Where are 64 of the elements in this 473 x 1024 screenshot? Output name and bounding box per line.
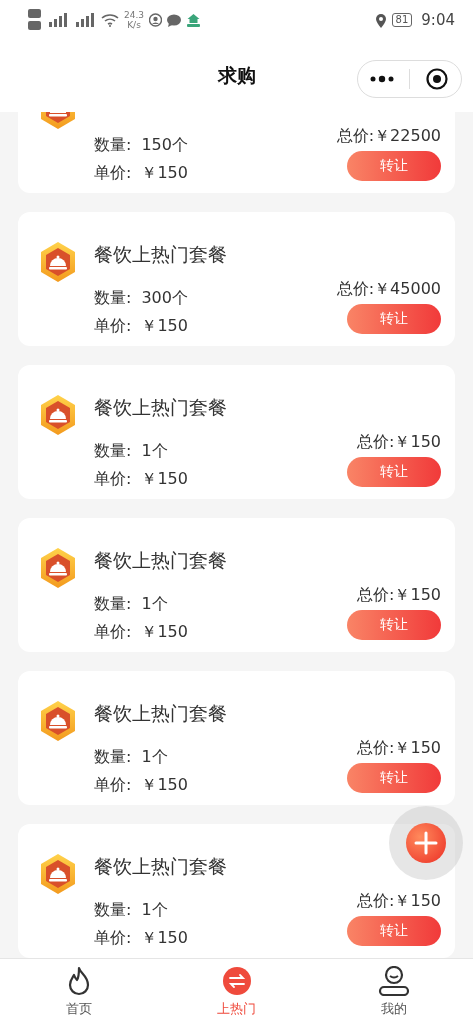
tab-item[interactable]: 首页 [0,959,158,1024]
quantity-value: 1个 [141,594,168,613]
price-label: 单价: [94,928,132,947]
cloche-badge-icon [38,547,78,589]
total-price: 总价:￥150 [357,738,441,759]
total-price: 总价:￥45000 [336,279,441,300]
order-title: 餐饮上热门套餐 [94,242,228,267]
quantity-value: 150个 [141,135,188,154]
total-price: 总价:￥150 [357,585,441,606]
transfer-button[interactable]: 转让 [347,151,441,181]
price-value: ￥150 [141,163,188,182]
quantity-label: 数量: [94,288,132,307]
price-value: ￥150 [141,775,188,794]
battery-level: 81 [391,13,413,27]
order-title: 餐饮上热门套餐 [94,701,228,726]
quantity-value: 300个 [141,288,188,307]
transfer-button[interactable]: 转让 [347,457,441,487]
signal-icon [74,12,96,28]
page-title: 求购 [217,63,256,88]
quantity-value: 1个 [141,900,168,919]
clock-time: 9:04 [421,11,455,29]
signal-icon [47,12,69,28]
transfer-button[interactable]: 转让 [347,610,441,640]
tab-item[interactable]: 我的 [315,959,473,1024]
target-icon [426,68,449,90]
sim-icon [28,8,42,32]
quantity-label: 数量: [94,900,132,919]
wifi-icon [101,13,119,27]
person-icon [378,965,411,996]
quantity-label: 数量: [94,135,132,154]
price-value: ￥150 [141,469,188,488]
quantity-label: 数量: [94,441,132,460]
order-title: 餐饮上热门套餐 [94,548,228,573]
order-title: 餐饮上热门套餐 [94,854,228,879]
total-price: 总价:￥22500 [336,126,441,147]
price-label: 单价: [94,469,132,488]
network-speed: 24.3 [124,10,145,20]
order-title: 餐饮上热门套餐 [94,395,228,420]
location-icon [374,12,387,28]
price-value: ￥150 [141,928,188,947]
swap-icon [221,965,252,996]
cloche-badge-icon [38,853,78,895]
quantity-label: 数量: [94,594,132,613]
network-speed-unit: K/s [127,20,141,30]
total-price: 总价:￥150 [357,891,441,912]
quantity-value: 1个 [141,747,168,766]
price-value: ￥150 [141,316,188,335]
transfer-button[interactable]: 转让 [347,916,441,946]
price-value: ￥150 [141,622,188,641]
price-label: 单价: [94,622,132,641]
price-label: 单价: [94,775,132,794]
total-price: 总价:￥150 [357,432,441,453]
tab-item[interactable]: 上热门 [157,959,316,1024]
cloche-badge-icon [38,241,78,283]
price-label: 单价: [94,163,132,182]
transfer-button[interactable]: 转让 [347,304,441,334]
chat-icon [167,13,182,27]
more-icon [369,75,394,83]
cloche-badge-icon [38,394,78,436]
quantity-value: 1个 [141,441,168,460]
transfer-button[interactable]: 转让 [347,763,441,793]
quantity-label: 数量: [94,747,132,766]
price-label: 单价: [94,316,132,335]
cloche-badge-icon [38,700,78,742]
